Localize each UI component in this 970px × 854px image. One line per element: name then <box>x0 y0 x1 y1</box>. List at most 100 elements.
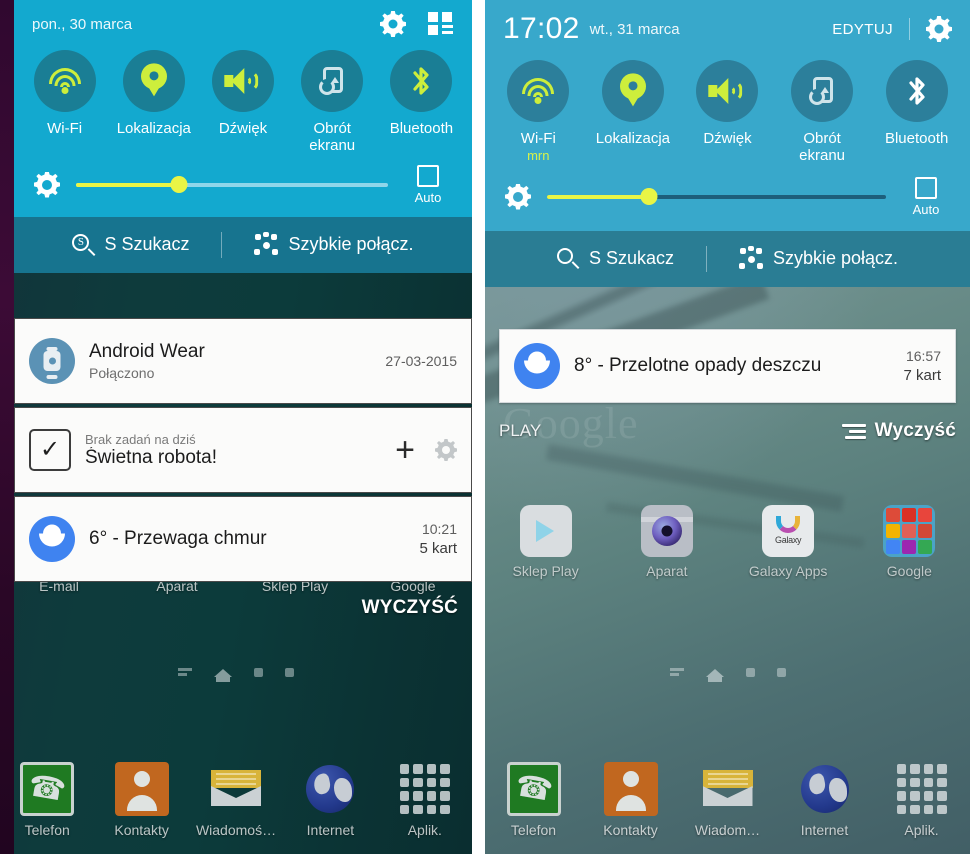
dock-app-messages[interactable]: Wiadom… <box>679 762 776 838</box>
dock-app-label: Aplik. <box>904 822 939 838</box>
toggle-label: Lokalizacja <box>116 120 191 137</box>
add-task-icon[interactable]: + <box>395 433 415 467</box>
page-dot <box>285 668 294 677</box>
dock-app-phone[interactable]: ☎ Telefon <box>0 762 94 838</box>
toggle-screen-rotation[interactable]: Obrót ekranu <box>288 50 377 155</box>
search-icon <box>556 247 580 270</box>
toggle-circle <box>122 50 185 112</box>
galaxy-apps-icon: Galaxy <box>762 505 815 557</box>
slider-thumb[interactable] <box>170 176 188 193</box>
clear-all-button[interactable]: WYCZYŚĆ <box>362 597 458 619</box>
left-phone-screen: E-mail Aparat Sklep Play Google ☎ Telefo… <box>0 0 472 854</box>
toggle-wifi[interactable]: Wi-Fi <box>20 50 109 155</box>
clear-all-label: Wyczyść <box>874 420 956 441</box>
s-finder-button[interactable]: S Szukacz <box>556 247 674 270</box>
right-phone-screen: Google Sklep Play Aparat Galaxy Galaxy A… <box>485 0 970 854</box>
dock-app-contacts[interactable]: Kontakty <box>582 762 679 838</box>
brightness-slider[interactable] <box>547 188 886 206</box>
quick-settings-panel: 17:02 wt., 31 marca EDYTUJ Wi-Fi mrn Lok… <box>485 0 970 231</box>
slider-thumb[interactable] <box>640 188 658 205</box>
s-finder-label: S Szukacz <box>588 248 674 268</box>
clear-all-button[interactable]: Wyczyść <box>841 420 956 442</box>
edit-button[interactable]: EDYTUJ <box>832 21 893 38</box>
quick-settings-reorder-icon[interactable] <box>428 12 454 36</box>
auto-brightness-checkbox[interactable]: Auto <box>900 176 952 217</box>
notification-weather[interactable]: 8° - Przelotne opady deszczu 16:57 7 kar… <box>499 329 956 403</box>
brightness-slider[interactable] <box>76 176 388 194</box>
home-app-label: Google <box>886 563 932 579</box>
notification-tasks[interactable]: ✓ Brak zadań na dziś Świetna robota! + <box>14 407 472 493</box>
toggle-circle <box>507 60 570 122</box>
s-finder-icon: S <box>72 233 96 256</box>
toggle-screen-rotation[interactable]: Obrót ekranu <box>775 60 870 165</box>
home-app-play-store[interactable]: Sklep Play <box>485 505 606 579</box>
s-finder-button[interactable]: S S Szukacz <box>72 233 189 256</box>
quick-toggles: Wi-Fi Lokalizacja Dźwięk Obrót ekranu Bl… <box>14 48 472 155</box>
messages-icon <box>209 762 263 816</box>
dock-app-internet[interactable]: Internet <box>776 762 873 838</box>
quick-settings-panel: pon., 30 marca Wi-Fi Lokalizacja Dźwięk … <box>14 0 472 217</box>
toggle-bluetooth[interactable]: Bluetooth <box>869 60 964 165</box>
toggle-bluetooth[interactable]: Bluetooth <box>377 50 466 155</box>
divider <box>909 18 910 40</box>
home-app-camera[interactable]: Aparat <box>606 505 727 579</box>
task-settings-icon[interactable] <box>435 439 457 461</box>
notification-subtitle: Połączono <box>89 365 155 381</box>
clear-row: PLAY Wyczyść <box>485 420 970 442</box>
internet-globe-icon <box>303 762 357 816</box>
status-date: pon., 30 marca <box>32 15 133 33</box>
dock-app-internet[interactable]: Internet <box>283 762 377 838</box>
home-app-galaxy-apps[interactable]: Galaxy Galaxy Apps <box>728 505 849 579</box>
page-indicator <box>0 668 472 682</box>
toggle-sound[interactable]: Dźwięk <box>198 50 287 155</box>
quick-connect-button[interactable]: Szybkie połącz. <box>738 245 898 270</box>
apps-grid-icon <box>895 762 949 816</box>
quick-connect-label: Szybkie połącz. <box>288 234 414 254</box>
page-dot <box>745 668 755 677</box>
notification-android-wear[interactable]: Android Wear Połączono 27-03-2015 <box>14 318 472 404</box>
quick-connect-icon <box>254 231 279 256</box>
screen-rotation-icon <box>809 77 835 105</box>
gear-icon[interactable] <box>380 11 406 37</box>
quick-connect-button[interactable]: Szybkie połącz. <box>254 231 414 256</box>
status-clock: 17:02 <box>503 12 580 45</box>
toggle-label: Dźwięk <box>703 130 752 147</box>
notification-weather[interactable]: 6° - Przewaga chmur 10:21 5 kart <box>14 496 472 582</box>
clear-all-icon <box>841 423 866 439</box>
dock-app-messages[interactable]: Wiadomoś… <box>189 762 283 838</box>
brightness-icon <box>32 170 62 200</box>
dock-app-label: Aplik. <box>407 822 442 838</box>
dock-app-label: Kontakty <box>603 822 658 838</box>
home-app-google-folder[interactable]: Google <box>849 505 970 579</box>
brightness-row: Auto <box>485 165 970 231</box>
dock-app-label: Telefon <box>24 822 70 838</box>
auto-brightness-checkbox[interactable]: Auto <box>402 164 454 205</box>
notification-title: Android Wear <box>89 341 205 362</box>
shade-search-bar: S Szukacz Szybkie połącz. <box>485 230 970 287</box>
internet-globe-icon <box>798 762 852 816</box>
toggle-circle <box>885 60 948 122</box>
toggle-wifi[interactable]: Wi-Fi mrn <box>491 60 586 165</box>
android-wear-watch-icon <box>29 338 75 384</box>
dock-app-apps[interactable]: Aplik. <box>873 762 970 838</box>
dock-app-phone[interactable]: ☎ Telefon <box>485 762 582 838</box>
toggle-location[interactable]: Lokalizacja <box>109 50 198 155</box>
contacts-icon <box>114 762 169 816</box>
google-folder-icon <box>883 505 936 557</box>
gear-icon[interactable] <box>926 16 952 42</box>
toggle-sound[interactable]: Dźwięk <box>680 60 775 165</box>
dock-app-contacts[interactable]: Kontakty <box>94 762 188 838</box>
toggle-circle <box>791 60 854 122</box>
toggle-location[interactable]: Lokalizacja <box>586 60 681 165</box>
toggle-sublabel: mrn <box>527 148 550 164</box>
notification-timestamp: 10:21 <box>421 521 457 537</box>
notification-title: 8° - Przelotne opady deszczu <box>574 355 822 376</box>
bluetooth-icon <box>906 75 928 107</box>
toggle-circle <box>301 50 364 112</box>
brightness-icon <box>503 182 533 212</box>
wifi-icon <box>521 78 555 104</box>
task-checkbox-icon[interactable]: ✓ <box>29 429 71 471</box>
page-indicator <box>485 668 970 682</box>
dock-app-apps[interactable]: Aplik. <box>378 762 472 838</box>
shade-search-bar: S S Szukacz Szybkie połącz. <box>14 216 472 273</box>
